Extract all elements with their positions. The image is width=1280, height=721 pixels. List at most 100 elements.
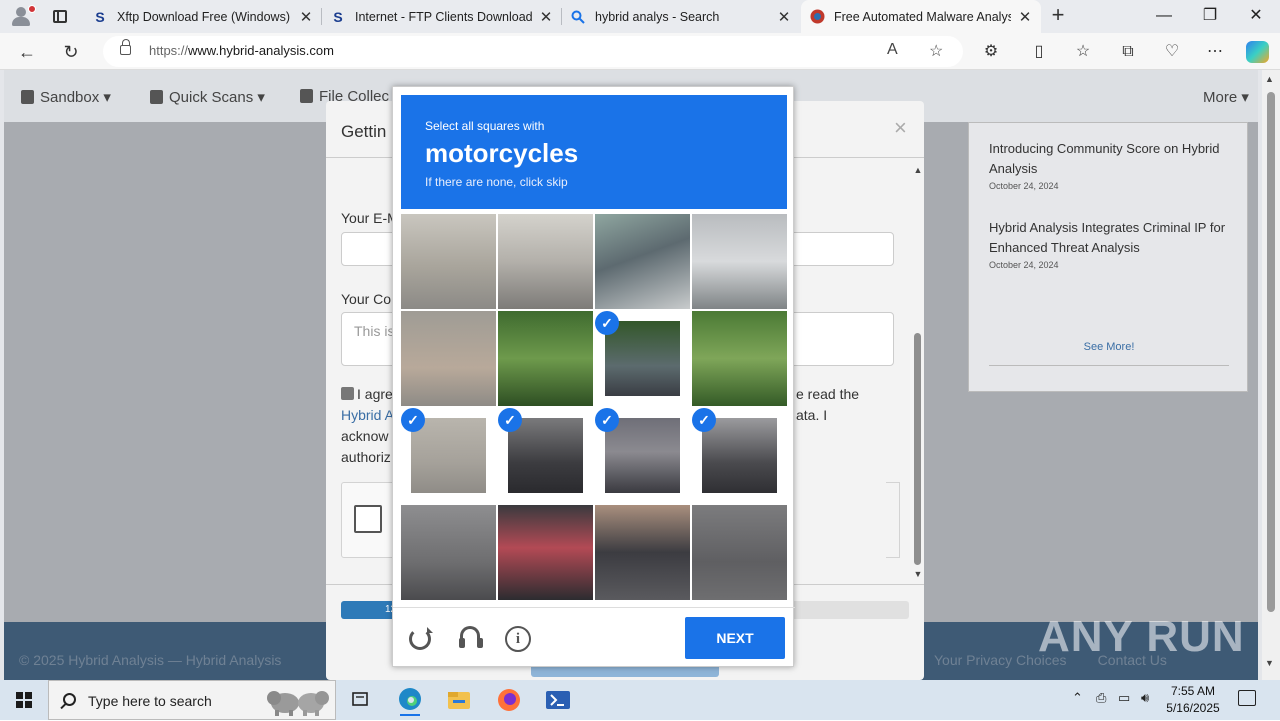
captcha-header: Select all squares with motorcycles If t…	[401, 95, 787, 209]
read-aloud-icon[interactable]: A	[887, 41, 898, 59]
device-icon[interactable]: ⎙	[1096, 690, 1106, 706]
close-icon[interactable]: ×	[894, 115, 907, 141]
s-logo-icon: S	[95, 8, 105, 25]
headphones-icon[interactable]	[457, 624, 485, 652]
captcha-tile[interactable]	[401, 505, 496, 600]
reload-icon[interactable]	[409, 627, 433, 650]
captcha-tile[interactable]: ✓	[401, 408, 496, 503]
notifications-icon[interactable]	[1238, 690, 1256, 706]
copilot-icon[interactable]	[1246, 41, 1269, 63]
captcha-tile[interactable]	[595, 505, 690, 600]
captcha-tile[interactable]: ✓	[595, 408, 690, 503]
page-scrollbar[interactable]: ▲ ▼	[1262, 70, 1280, 680]
tab-ftp-clients[interactable]: S Internet - FTP Clients Downloads ✕	[322, 0, 562, 33]
files-icon	[300, 89, 313, 103]
agreement-text-right: e read the ata. I	[796, 386, 860, 423]
extensions-icon[interactable]: ⚙	[980, 41, 1002, 63]
next-button[interactable]: NEXT	[685, 617, 785, 659]
search-icon	[63, 693, 76, 706]
captcha-tile-image	[401, 505, 496, 600]
news-panel: Introducing Community Score on Hybrid An…	[968, 122, 1248, 392]
tab-hybrid-analysis[interactable]: Free Automated Malware Analysi ✕	[801, 0, 1041, 33]
scroll-down-icon[interactable]: ▼	[1265, 658, 1274, 668]
close-tab-icon[interactable]: ✕	[538, 8, 554, 26]
lock-icon[interactable]	[120, 39, 131, 55]
tab-actions-icon[interactable]	[48, 6, 72, 28]
file-explorer-icon[interactable]	[439, 684, 479, 716]
tab-search[interactable]: hybrid analys - Search ✕	[562, 0, 800, 33]
more-options-icon[interactable]: ⋯	[1204, 41, 1226, 63]
anyrun-watermark: ANY RUN	[1038, 612, 1245, 661]
network-icon[interactable]: ▭	[1118, 690, 1130, 706]
chevron-up-icon[interactable]: ⌃	[1072, 690, 1083, 706]
windows-logo-icon	[16, 692, 32, 708]
clock[interactable]: 7:55 AM 5/16/2025	[1160, 683, 1226, 717]
url-field[interactable]: https://www.hybrid-analysis.com A ☆	[103, 36, 963, 67]
minimize-icon[interactable]: —	[1141, 0, 1187, 32]
checkmark-icon: ✓	[595, 408, 619, 432]
start-button[interactable]	[0, 680, 48, 720]
nav-sandbox[interactable]: Sandbox ▾	[21, 88, 111, 106]
split-screen-icon[interactable]: ▯	[1028, 41, 1050, 63]
firefox-icon[interactable]	[489, 684, 529, 716]
captcha-tile[interactable]: ✓	[692, 408, 787, 503]
captcha-tile[interactable]	[595, 214, 690, 309]
browser-essentials-icon[interactable]: ♡	[1161, 41, 1183, 63]
captcha-tile-image	[692, 311, 787, 406]
scroll-up-icon[interactable]: ▲	[912, 165, 924, 175]
captcha-tile-image	[605, 321, 680, 396]
close-tab-icon[interactable]: ✕	[776, 8, 792, 26]
captcha-tile-image	[411, 418, 486, 493]
date: 5/16/2025	[1166, 701, 1220, 715]
captcha-tile[interactable]	[692, 311, 787, 406]
elephants-illustration-icon	[267, 691, 329, 716]
agree-checkbox[interactable]	[341, 387, 354, 400]
profile-icon[interactable]	[8, 4, 36, 28]
favorites-icon[interactable]: ☆	[1072, 41, 1094, 63]
footer-copyright: © 2025 Hybrid Analysis — Hybrid Analysis	[19, 652, 282, 668]
captcha-object: motorcycles	[425, 138, 579, 168]
captcha-tile[interactable]	[692, 214, 787, 309]
recaptcha-checkbox[interactable]	[354, 505, 382, 533]
terms-link[interactable]: Hybrid A	[341, 407, 394, 423]
captcha-tile[interactable]	[498, 214, 593, 309]
captcha-tile-image	[692, 505, 787, 600]
scroll-thumb[interactable]	[1267, 92, 1275, 612]
nav-quick-scans[interactable]: Quick Scans ▾	[150, 88, 265, 106]
captcha-tile[interactable]	[498, 505, 593, 600]
powershell-icon[interactable]	[538, 684, 578, 716]
captcha-tile[interactable]	[498, 311, 593, 406]
tab-xftp[interactable]: S Xftp Download Free (Windows) - ✕	[84, 0, 322, 33]
edge-icon[interactable]	[390, 684, 430, 716]
captcha-tile[interactable]	[401, 311, 496, 406]
favorite-star-icon[interactable]: ☆	[929, 41, 943, 61]
captcha-tile-image	[401, 214, 496, 309]
news-item[interactable]: Hybrid Analysis Integrates Criminal IP f…	[989, 218, 1229, 270]
captcha-hint: If there are none, click skip	[425, 175, 568, 189]
restore-icon[interactable]: ❐	[1187, 0, 1233, 32]
scroll-thumb[interactable]	[914, 333, 921, 565]
captcha-tile[interactable]	[401, 214, 496, 309]
scroll-down-icon[interactable]: ▼	[912, 569, 924, 579]
close-tab-icon[interactable]: ✕	[1017, 8, 1033, 26]
taskbar-search[interactable]: Type here to search	[48, 680, 336, 720]
captcha-grid: ✓ ✓ ✓ ✓ ✓	[401, 214, 787, 600]
see-more-link[interactable]: See More!	[969, 341, 1249, 353]
volume-icon[interactable]: 🔊︎	[1141, 690, 1149, 706]
news-item[interactable]: Introducing Community Score on Hybrid An…	[989, 139, 1229, 191]
task-view-icon[interactable]	[340, 684, 380, 716]
checkmark-icon: ✓	[498, 408, 522, 432]
captcha-tile[interactable]: ✓	[498, 408, 593, 503]
collections-icon[interactable]: ⧉	[1117, 41, 1139, 63]
refresh-icon[interactable]: ↻	[58, 39, 84, 65]
info-icon[interactable]: i	[505, 626, 531, 652]
captcha-tile[interactable]: ✓	[595, 311, 690, 406]
scroll-up-icon[interactable]: ▲	[1265, 74, 1274, 84]
window-close-icon[interactable]: ✕	[1233, 0, 1279, 32]
close-tab-icon[interactable]: ✕	[298, 8, 314, 26]
nav-more[interactable]: More ▾	[1203, 88, 1249, 106]
captcha-tile[interactable]	[692, 505, 787, 600]
modal-scrollbar[interactable]: ▲ ▼	[912, 165, 924, 580]
back-icon[interactable]: ←	[14, 39, 40, 65]
new-tab-icon[interactable]: +	[1046, 4, 1070, 28]
